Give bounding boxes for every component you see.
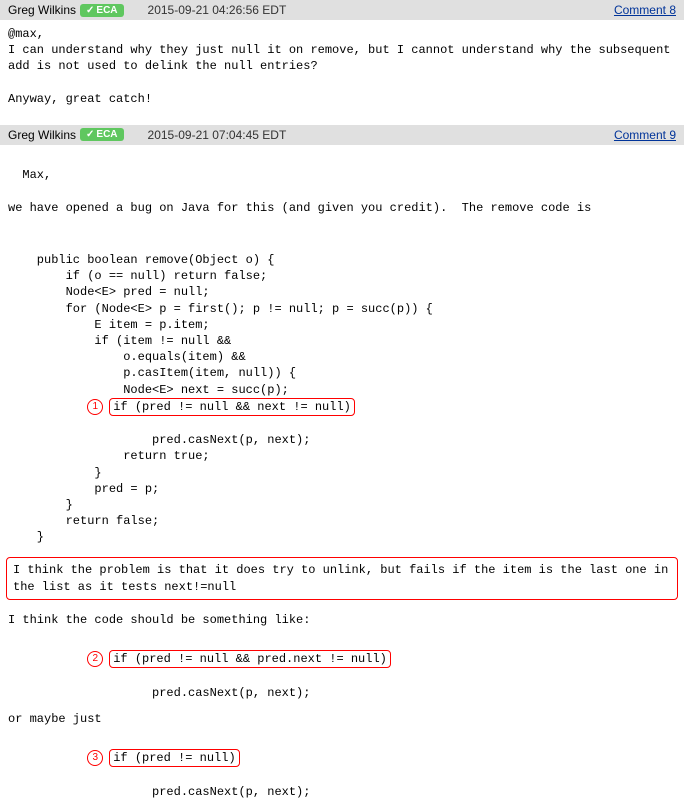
annotation-box-1: if (pred != null && next != null) (109, 398, 355, 416)
code-line: pred.casNext(p, next); (8, 785, 310, 799)
annotation-paragraph: I think the problem is that it does try … (6, 557, 678, 599)
annotation-number-2: 2 (87, 651, 103, 667)
annotation-number-1: 1 (87, 399, 103, 415)
code-line: pred.casNext(p, next); return true; } pr… (8, 433, 310, 544)
code-block: 2if (pred != null && pred.next != null) … (0, 634, 684, 701)
eca-badge: ECA (80, 128, 124, 141)
comment-body: Max, we have opened a bug on Java for th… (0, 145, 684, 236)
comment-header: Greg Wilkins ECA 2015-09-21 07:04:45 EDT… (0, 125, 684, 145)
comment-permalink[interactable]: Comment 9 (614, 128, 676, 142)
code-block: public boolean remove(Object o) { if (o … (0, 236, 684, 546)
comment-text: I think the code should be something lik… (0, 602, 684, 634)
code-block: 3 if (pred != null) pred.casNext(p, next)… (0, 733, 684, 800)
comment-body: @max, I can understand why they just nul… (0, 20, 684, 125)
comment-author: Greg Wilkins (8, 3, 76, 17)
annotation-box-3: if (pred != null) (109, 749, 239, 767)
code-line: pred.casNext(p, next); (8, 686, 310, 700)
comment-timestamp: 2015-09-21 04:26:56 EDT (148, 3, 287, 17)
comment-permalink[interactable]: Comment 8 (614, 3, 676, 17)
annotation-number-3: 3 (87, 750, 103, 766)
comment-header: Greg Wilkins ECA 2015-09-21 04:26:56 EDT… (0, 0, 684, 20)
code-line: public boolean remove(Object o) { if (o … (8, 253, 433, 397)
comment-text: or maybe just (0, 701, 684, 733)
comment-timestamp: 2015-09-21 07:04:45 EDT (148, 128, 287, 142)
eca-badge: ECA (80, 4, 124, 17)
comment-text: Max, we have opened a bug on Java for th… (8, 168, 591, 214)
comment-author: Greg Wilkins (8, 128, 76, 142)
annotation-box-2: if (pred != null && pred.next != null) (109, 650, 391, 668)
